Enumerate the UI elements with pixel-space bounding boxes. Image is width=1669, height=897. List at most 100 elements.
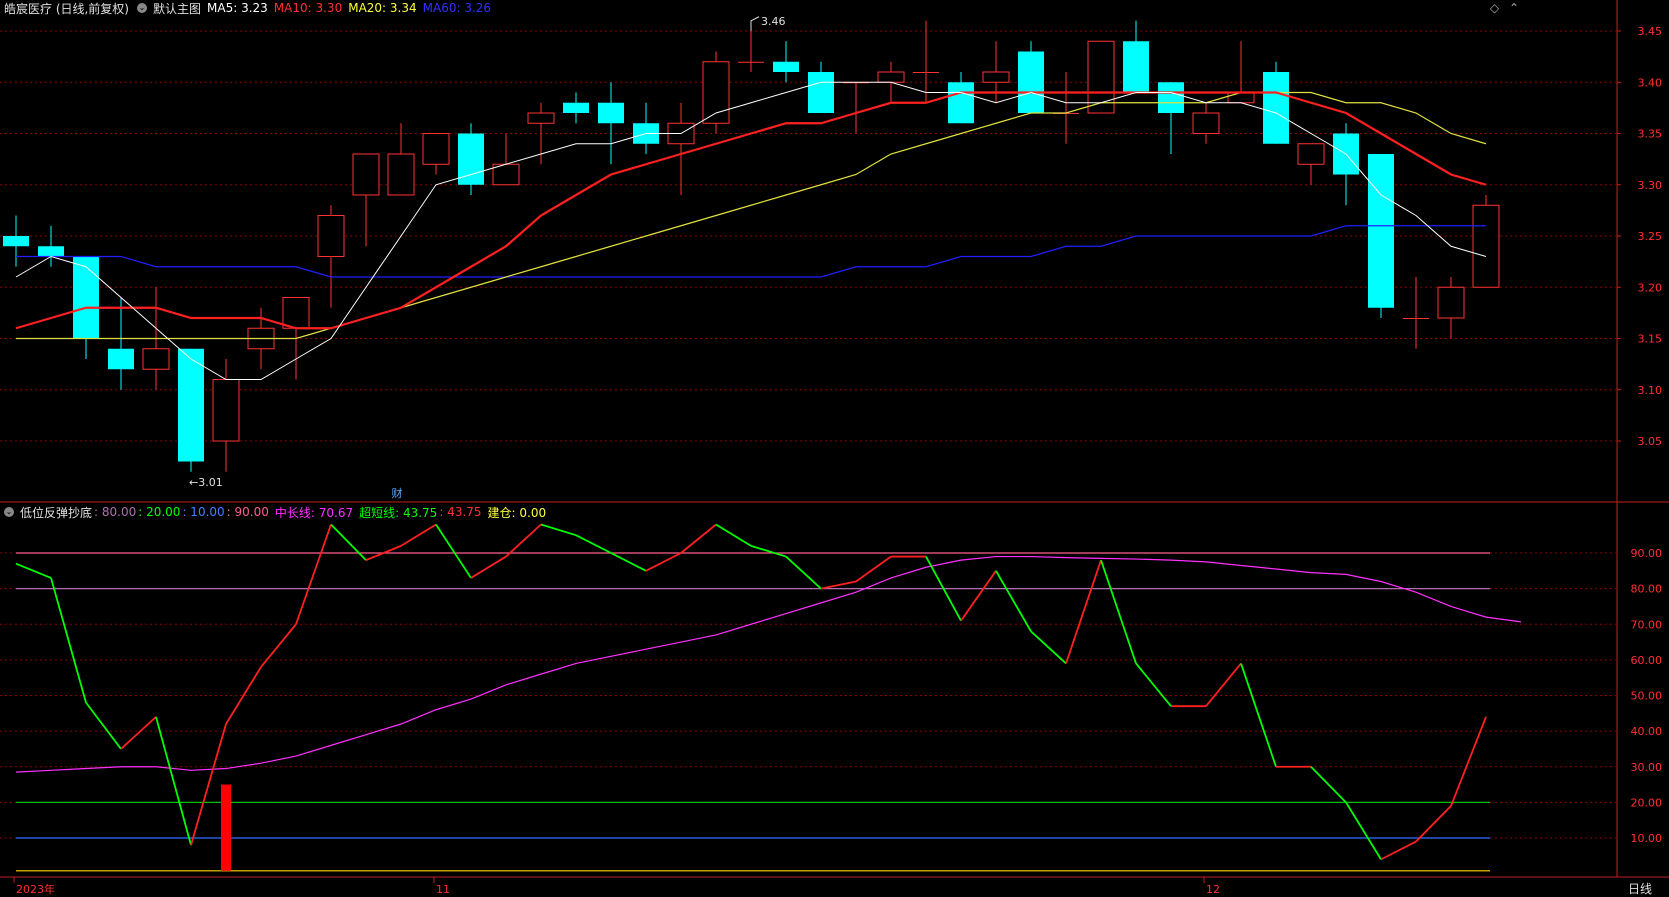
finance-marker[interactable]: 财 — [392, 486, 403, 500]
indicator-tick-label: 40.00 — [1631, 725, 1663, 738]
indicator-dropdown-icon[interactable]: ⌄ — [4, 507, 14, 517]
candle-body[interactable] — [1403, 318, 1429, 319]
candle-body[interactable] — [738, 61, 764, 63]
ultra-short-segment — [1065, 559, 1102, 664]
candle-body[interactable] — [1368, 154, 1394, 308]
diamond-icon[interactable]: ◇ — [1490, 1, 1499, 15]
ultra-short-segment — [1415, 805, 1452, 843]
candle-body[interactable] — [3, 236, 29, 247]
ultra-short-segment — [995, 570, 1032, 632]
build-signal-bar[interactable] — [221, 784, 231, 871]
ma60-line — [16, 225, 1486, 278]
candle-body[interactable] — [1472, 204, 1500, 288]
indicator-tick-label: 90.00 — [1631, 547, 1663, 560]
price-tick-label: 3.15 — [1638, 333, 1663, 346]
time-tick-label: 2023年 — [16, 882, 55, 896]
ultra-short-segment — [120, 716, 157, 750]
chart-canvas[interactable]: 3.45 3.40 3.35 3.30 3.25 3.20 3.15 3.10 3.05 90.0… — [0, 0, 1669, 897]
ultra-short-segment — [680, 523, 717, 554]
candle-body[interactable] — [178, 348, 204, 462]
candle-body[interactable] — [808, 72, 834, 113]
candle-body[interactable] — [387, 153, 415, 196]
stock-title[interactable]: 皓宸医疗 (日线,前复权) — [4, 0, 129, 17]
ultra-short-segment — [1030, 630, 1067, 665]
price-tick-label: 3.05 — [1638, 435, 1663, 448]
indicator-tick-label: 70.00 — [1631, 618, 1663, 631]
ultra-short-segment — [575, 534, 612, 554]
price-tick-label: 3.35 — [1638, 128, 1663, 141]
candle-body[interactable] — [702, 61, 730, 124]
candle-body[interactable] — [108, 348, 134, 370]
ultra-short-value: 超短线: 43.75 — [359, 505, 438, 520]
ultra-short-segment — [820, 580, 857, 590]
ultra-short-segment — [645, 552, 682, 572]
candle-body[interactable] — [73, 256, 99, 339]
ultra-short-segment — [750, 545, 787, 558]
ultra-short-segment — [400, 523, 437, 547]
indicator-name[interactable]: 低位反弹抄底 — [20, 504, 92, 521]
candle-body[interactable] — [982, 71, 1010, 83]
candle-body[interactable] — [598, 102, 624, 124]
ultra-short-segment — [435, 524, 472, 579]
template-name[interactable]: 默认主图 — [153, 0, 201, 17]
price-tick-label: 3.45 — [1638, 25, 1663, 38]
ultra-short-segment — [1205, 662, 1242, 707]
candle-body[interactable] — [1297, 143, 1325, 165]
candle-body[interactable] — [563, 102, 589, 113]
candle-body[interactable] — [1158, 82, 1184, 113]
candle-body[interactable] — [422, 133, 450, 165]
ultra-short-segment — [855, 555, 892, 583]
ma5-value: MA5: 3.23 — [207, 1, 268, 15]
candle-body[interactable] — [352, 153, 380, 196]
candle-body[interactable] — [877, 71, 905, 83]
high-marker — [750, 16, 760, 31]
level-10-value: : 10.00 — [182, 505, 225, 519]
candle-body[interactable] — [1263, 72, 1289, 144]
window-controls: ◇ ⌃ — [1490, 1, 1519, 15]
ultra-short-segment — [715, 523, 752, 547]
level-20-value: : 20.00 — [138, 505, 181, 519]
indicator-tick-label: 60.00 — [1631, 654, 1663, 667]
indicator-tick-label: 50.00 — [1631, 690, 1663, 703]
high-price-label: 3.46 — [761, 15, 786, 28]
ultra-short-segment — [260, 623, 297, 668]
ultra-short-segment — [1380, 840, 1417, 861]
candle-body[interactable] — [1227, 92, 1255, 104]
candle-body[interactable] — [282, 297, 310, 329]
template-dropdown-icon[interactable]: ⌄ — [137, 3, 147, 13]
candle-body[interactable] — [948, 82, 974, 124]
ultra-short-segment — [15, 562, 52, 579]
chevron-up-icon[interactable]: ⌃ — [1509, 1, 1519, 15]
ultra-short-segment — [1450, 716, 1487, 807]
mid-long-value: 中长线: 70.67 — [274, 505, 354, 520]
candle-body[interactable] — [913, 72, 939, 73]
price-tick-label: 3.10 — [1638, 384, 1663, 397]
candle-body[interactable] — [773, 61, 799, 72]
candle-body[interactable] — [142, 348, 170, 370]
ultra-short-segment — [1240, 663, 1277, 768]
candle-body[interactable] — [38, 246, 64, 257]
ultra-short-segment — [330, 523, 367, 561]
ultra-short-segment — [960, 570, 997, 622]
main-chart-header: 皓宸医疗 (日线,前复权) ⌄ 默认主图 MA5: 3.23 MA10: 3.3… — [0, 0, 497, 16]
period-label[interactable]: 日线 — [1628, 882, 1652, 896]
candle-body[interactable] — [1018, 51, 1044, 114]
level-90-value: : 90.00 — [226, 505, 269, 519]
ultra-short-segment — [85, 702, 122, 750]
ultra-short-segment — [1135, 662, 1172, 707]
candle-body[interactable] — [212, 379, 240, 442]
ma10-value: MA10: 3.30 — [273, 1, 343, 15]
ultra-short-segment — [1100, 559, 1137, 664]
level-80-value: : 80.00 — [94, 505, 137, 519]
ultra-short-segment — [155, 716, 192, 846]
time-tick-label: 11 — [436, 883, 450, 896]
candle-body[interactable] — [317, 215, 345, 257]
ultra-short-segment — [610, 552, 647, 572]
indicator-tick-label: 10.00 — [1631, 832, 1663, 845]
ultra-short-segment — [1310, 766, 1347, 804]
price-tick-label: 3.40 — [1638, 76, 1663, 89]
candle-body[interactable] — [1437, 286, 1465, 319]
candle-body[interactable] — [1123, 41, 1149, 93]
candle-body[interactable] — [1192, 112, 1220, 134]
candle-body[interactable] — [527, 112, 555, 124]
